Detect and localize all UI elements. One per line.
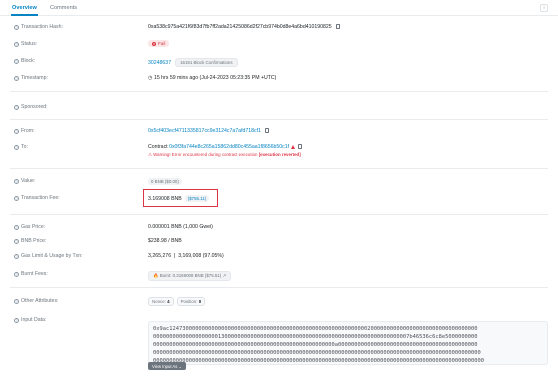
bnb-price-value: $238.98 / BNB [148,238,182,244]
timestamp-value: ◷ 15 hrs 59 mins ago (Jul-24-2023 05:23:… [148,75,277,81]
sponsored-label: ? Sponsored: [14,104,48,110]
tx-fee-label: ? Transaction Fee: [14,195,60,201]
tx-fee-value: 3.169008 BNB ($755.11) [148,195,210,202]
execution-warning: ⚠ Warning! Error encountered during cont… [148,152,301,157]
warning-icon [291,144,296,149]
position-badge: Position: 0 [176,297,206,306]
bnb-price-label: ? BNB Price: [14,238,47,244]
gas-price-value: 0.000001 BNB (1,000 Gwei) [148,224,213,230]
help-icon: ? [14,75,19,81]
divider [10,287,548,288]
block-value: 30248637 16191 Block Confirmations [148,58,238,67]
tab-overview[interactable]: Overview [11,5,38,16]
status-label: ? Status: [14,41,38,47]
other-attributes-label: ? Other Attributes: [14,298,59,304]
from-address-link[interactable]: 0x5cf403ecf4711335817cc9e3124c7a7afd718c… [148,128,261,134]
burnt-fees-label: ? Burnt Fees: [14,271,48,277]
help-icon: ? [14,58,19,64]
fire-icon: 🔥 [153,273,159,278]
to-address-link[interactable]: 0x0f3fa744e8c265a15862dd80c455aa1f8656b5… [169,144,289,150]
fee-usd-badge: ($755.11) [184,195,210,202]
help-icon: ? [14,144,19,150]
tx-hash-label: ? Transaction Hash: [14,24,63,30]
gas-limit-value: 3,265,276 | 3,169,008 (97.05%) [148,253,224,259]
divider [10,91,548,92]
block-link[interactable]: 30248637 [148,60,171,66]
tab-comments[interactable]: Comments [50,5,77,11]
help-icon: ? [14,224,19,230]
help-icon: ? [14,104,19,110]
status-badge: ✕ Fail [148,40,170,47]
tx-hash-value: 0xa538c975a421f6f83d7fb7ff2ada21425086d2… [148,24,340,30]
help-icon: ? [14,128,19,134]
burnt-fees-value: 🔥 Burnt: 0.3169008 BNB ($75.51) ↗ [148,271,232,281]
help-icon: ? [14,195,19,201]
help-icon: ? [14,24,19,30]
input-data-textarea[interactable]: 0x9ac12473000000000000000000000000000000… [148,321,548,365]
to-label: ? To: [14,144,28,150]
from-label: ? From: [14,128,35,134]
help-icon: ? [14,253,19,259]
copy-icon[interactable] [335,24,340,29]
input-data-label: ? Input Data: [14,317,47,323]
gas-limit-label: ? Gas Limit & Usage by Txn: [14,253,83,259]
block-confirmations-badge: 16191 Block Confirmations [175,58,238,67]
copy-icon[interactable] [298,144,303,149]
tab-bar: Overview Comments ⁝ [0,0,558,16]
help-icon: ? [14,317,19,323]
timestamp-label: ? Timestamp: [14,75,48,81]
fail-icon: ✕ [152,42,156,46]
value-amount: 0 BNB ($0.00) [148,178,182,185]
help-icon: ? [14,271,19,277]
divider [10,214,548,215]
nonce-badge: Nonce: 4 [148,297,174,306]
more-options-button[interactable]: ⁝ [540,4,548,12]
divider [10,119,548,120]
divider [10,168,548,169]
from-value: 0x5cf403ecf4711335817cc9e3124c7a7afd718c… [148,128,269,134]
help-icon: ? [14,41,19,47]
help-icon: ? [14,298,19,304]
gas-price-label: ? Gas Price: [14,224,46,230]
copy-icon[interactable] [264,128,269,133]
block-label: ? Block: [14,58,36,64]
help-icon: ? [14,178,19,184]
to-value: Contract 0x0f3fa744e8c265a15862dd80c455a… [148,144,303,150]
external-link-icon[interactable]: ↗ [222,273,226,278]
other-attributes-value: Nonce: 4 Position: 0 [148,297,208,306]
view-input-as-button[interactable]: View Input As ⌄ [148,362,186,370]
value-label: ? Value: [14,178,36,184]
help-icon: ? [14,238,19,244]
